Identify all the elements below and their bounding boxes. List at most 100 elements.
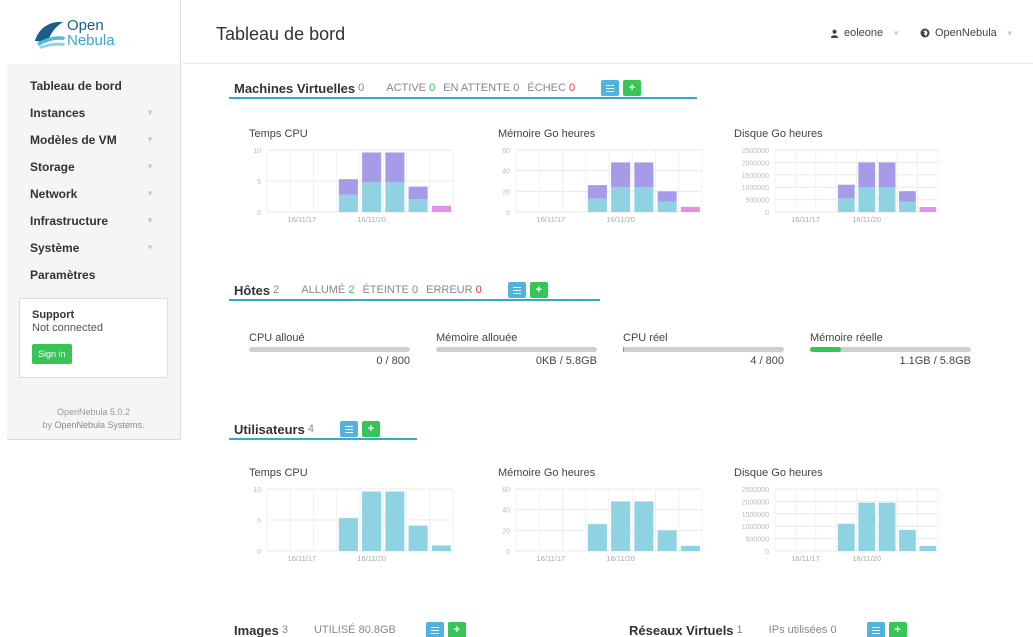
hosts-list-button[interactable] <box>507 282 526 298</box>
support-box: Support Not connected Sign in <box>19 298 168 378</box>
page-title: Tableau de bord <box>216 24 346 44</box>
hosts-stat-error: ERREUR 0 <box>426 284 482 296</box>
hosts-add-button[interactable]: + <box>529 282 548 298</box>
sidebar-item-2[interactable]: Modèles de VM ▼ <box>7 126 180 153</box>
bar <box>362 182 382 212</box>
x-tick-label: 16/11/17 <box>288 215 317 224</box>
vms-underline <box>229 97 697 99</box>
y-tick-label: 500000 <box>746 537 769 544</box>
zone-menu[interactable]: OpenNebula ▼ <box>920 27 1014 39</box>
y-tick-label: 1500000 <box>742 512 769 519</box>
chart-title: Temps CPU <box>249 128 308 140</box>
chevron-down-icon: ▼ <box>146 243 154 252</box>
logo[interactable]: Open Nebula <box>7 0 180 64</box>
plus-icon: + <box>628 82 636 94</box>
bar <box>431 545 451 551</box>
vnets-add-button[interactable]: + <box>888 622 907 637</box>
version-by: by OpenNebula Systems. <box>7 419 180 432</box>
y-tick-label: 1000000 <box>742 524 769 531</box>
plus-icon: + <box>535 284 542 296</box>
chart-2: 2500000 2000000 1500000 1000000 500000 0 16/11… <box>742 148 939 224</box>
y-tick-label: 500000 <box>746 198 769 205</box>
images-add-button[interactable]: + <box>447 622 466 637</box>
sidebar-item-5[interactable]: Infrastructure ▼ <box>7 207 180 234</box>
sidebar-item-3[interactable]: Storage ▼ <box>7 153 180 180</box>
gauge-label: CPU alloué <box>249 332 305 344</box>
sidebar-item-0[interactable]: Tableau de bord <box>7 72 180 99</box>
gauge-label: CPU réel <box>623 332 668 344</box>
bar <box>899 201 916 212</box>
user-menu[interactable]: eoleone ▼ <box>830 27 900 39</box>
hosts-stat-off: ÉTEINTE 0 <box>362 284 419 296</box>
sidebar-item-4[interactable]: Network ▼ <box>7 180 180 207</box>
topbar: Tableau de bord eoleone ▼ OpenNebula ▼ <box>182 0 1033 64</box>
y-tick-label: 0 <box>506 549 510 556</box>
gauge-fill <box>810 347 841 352</box>
by-prefix: by <box>42 420 52 430</box>
y-tick-label: 10 <box>253 487 261 494</box>
gauge-fill <box>623 347 624 352</box>
images-title[interactable]: Images <box>234 623 279 637</box>
chevron-down-icon: ▼ <box>146 108 154 117</box>
gauge-value: 4 / 800 <box>750 355 784 367</box>
vms-add-button[interactable]: + <box>623 80 642 96</box>
y-tick-label: 40 <box>502 169 510 176</box>
app: Open Nebula Tableau de bord Instances ▼ Mod… <box>0 0 1033 637</box>
bar <box>611 187 631 212</box>
company-link[interactable]: OpenNebula Systems. <box>54 420 144 430</box>
bar <box>611 501 631 551</box>
vnets-list-button[interactable] <box>866 622 885 637</box>
sidebar: Open Nebula Tableau de bord Instances ▼ Mod… <box>7 0 181 440</box>
y-tick-label: 1500000 <box>742 173 769 180</box>
bar <box>899 191 916 202</box>
bar <box>919 546 937 551</box>
y-tick-label: 40 <box>502 508 510 515</box>
bar <box>919 207 937 212</box>
bar <box>634 501 654 551</box>
zone-name: OpenNebula <box>935 27 997 39</box>
gauge-label: Mémoire allouée <box>436 332 518 344</box>
x-tick-label: 16/11/17 <box>791 554 820 563</box>
users-add-button[interactable]: + <box>361 421 380 437</box>
bar <box>408 186 428 199</box>
hosts-count: 2 <box>273 284 280 296</box>
support-status: Not connected <box>32 322 103 334</box>
sidebar-item-7[interactable]: Paramètres <box>7 261 180 288</box>
users-title[interactable]: Utilisateurs <box>234 422 305 437</box>
users-count: 4 <box>307 423 314 435</box>
bar <box>878 502 896 551</box>
users-underline <box>229 438 417 440</box>
bar <box>338 518 358 551</box>
chart-5: 2500000 2000000 1500000 1000000 500000 0 16/11… <box>742 487 939 563</box>
vms-stat-pending: EN ATTENTE 0 <box>443 82 520 94</box>
x-tick-label: 16/11/20 <box>606 215 635 224</box>
host-gauge-2: CPU réel 4 / 800 <box>623 332 784 367</box>
gauge-track <box>623 347 784 352</box>
hosts-title[interactable]: Hôtes <box>234 283 270 298</box>
vms-title[interactable]: Machines Virtuelles <box>234 81 355 96</box>
chart-3: 10 5 0 16/11/17 16/11/20 <box>253 487 454 563</box>
sidebar-item-label: Système <box>30 240 80 255</box>
version-info: OpenNebula 5.0.2 by OpenNebula Systems. <box>7 406 180 432</box>
bar <box>657 530 677 551</box>
y-tick-label: 0 <box>257 549 261 556</box>
bar <box>878 162 896 188</box>
sidebar-item-label: Infrastructure <box>30 213 109 228</box>
bar <box>680 206 700 212</box>
x-tick-label: 16/11/17 <box>288 554 317 563</box>
x-tick-label: 16/11/20 <box>852 554 881 563</box>
vnets-title[interactable]: Réseaux Virtuels <box>629 623 734 637</box>
images-list-button[interactable] <box>425 622 444 637</box>
y-tick-label: 2500000 <box>742 487 769 494</box>
gauge-track <box>249 347 410 352</box>
users-list-button[interactable] <box>339 421 358 437</box>
bar <box>587 185 607 199</box>
vms-list-button[interactable] <box>601 80 620 96</box>
sign-in-button[interactable]: Sign in <box>32 344 72 364</box>
hosts-header: Hôtes 2 ALLUMÉ 2 ÉTEINTE 0 ERREUR 0 + <box>234 282 548 298</box>
sidebar-item-6[interactable]: Système ▼ <box>7 234 180 261</box>
bar <box>611 162 631 188</box>
svg-text:Nebula: Nebula <box>67 32 115 49</box>
sidebar-item-1[interactable]: Instances ▼ <box>7 99 180 126</box>
x-tick-label: 16/11/20 <box>357 554 386 563</box>
